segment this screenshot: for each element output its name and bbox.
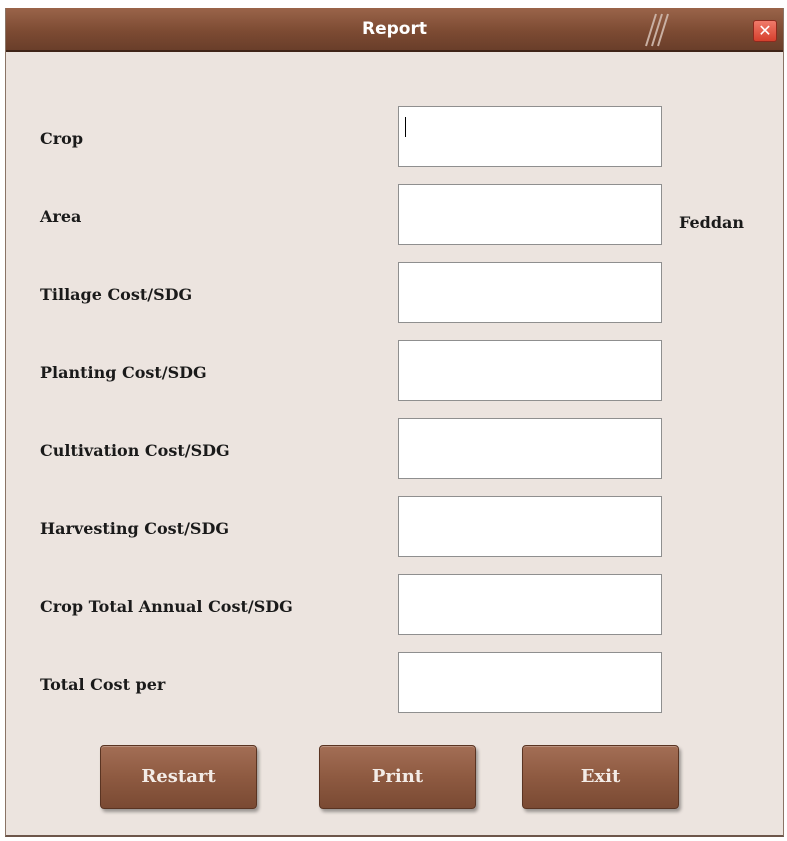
tillage-cost-input[interactable] — [398, 262, 662, 323]
crop-total-annual-cost-input[interactable] — [398, 574, 662, 635]
crop-label: Crop — [40, 129, 84, 148]
area-label: Area — [40, 207, 82, 226]
text-caret — [405, 117, 406, 137]
harvesting-cost-label: Harvesting Cost/SDG — [40, 519, 229, 538]
harvesting-cost-input[interactable] — [398, 496, 662, 557]
total-cost-per-label: Total Cost per — [40, 675, 166, 694]
crop-input[interactable] — [398, 106, 662, 167]
exit-button[interactable]: Exit — [522, 745, 679, 809]
report-window: Report ✕ Crop Area Feddan Tillage Cost/S… — [5, 8, 784, 837]
title-bar[interactable]: Report ✕ — [6, 8, 783, 52]
area-unit-label: Feddan — [679, 213, 745, 232]
crop-total-annual-cost-label: Crop Total Annual Cost/SDG — [40, 597, 293, 616]
cultivation-cost-label: Cultivation Cost/SDG — [40, 441, 230, 460]
resize-grip-icon — [645, 13, 669, 47]
cultivation-cost-input[interactable] — [398, 418, 662, 479]
print-button[interactable]: Print — [319, 745, 476, 809]
area-input[interactable] — [398, 184, 662, 245]
close-icon: ✕ — [758, 21, 772, 40]
total-cost-per-input[interactable] — [398, 652, 662, 713]
planting-cost-input[interactable] — [398, 340, 662, 401]
tillage-cost-label: Tillage Cost/SDG — [40, 285, 193, 304]
restart-button[interactable]: Restart — [100, 745, 257, 809]
planting-cost-label: Planting Cost/SDG — [40, 363, 207, 382]
close-button[interactable]: ✕ — [753, 20, 777, 42]
